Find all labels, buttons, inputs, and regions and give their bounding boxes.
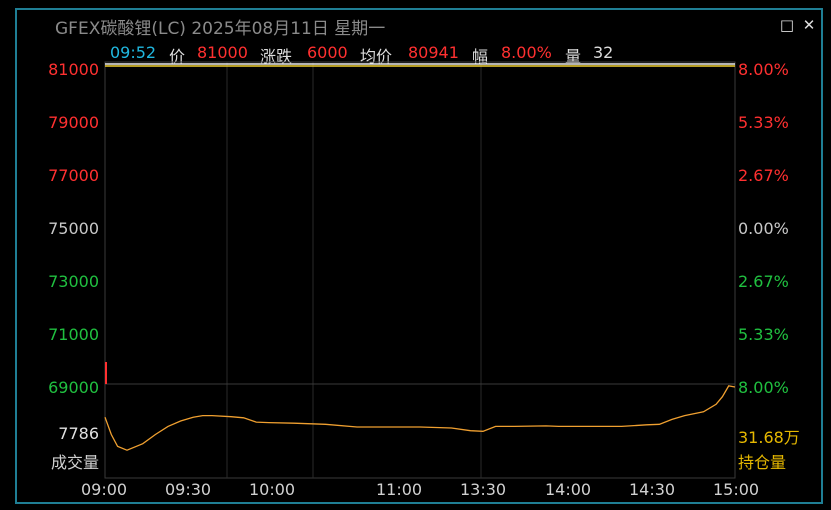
intraday-chart-window[interactable]: GFEX碳酸锂(LC) 2025年08月11日 星期一 □ ✕ 09:52 价 … — [15, 8, 823, 504]
price-chart[interactable] — [17, 10, 823, 504]
open-interest-line — [104, 385, 736, 451]
background-panel-edge — [0, 0, 14, 510]
